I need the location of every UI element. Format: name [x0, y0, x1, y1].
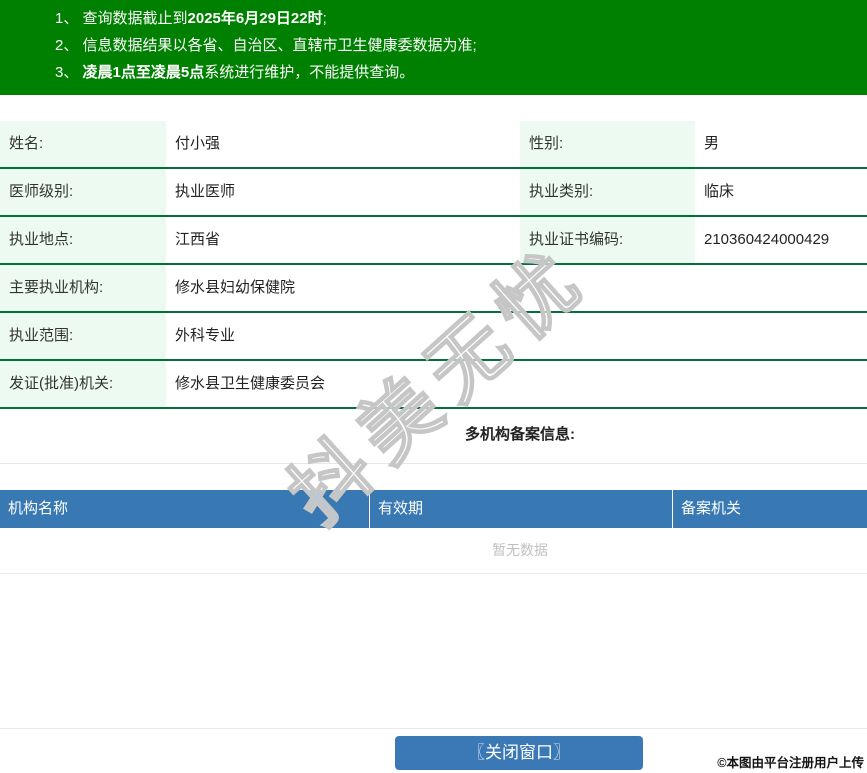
notice-1-text: 1、 查询数据截止到 [55, 10, 188, 27]
table-header-row: 机构名称 有效期 备案机关 [0, 490, 867, 528]
table-row: 执业地点: 江西省 执业证书编码: 210360424000429 [0, 217, 867, 265]
notice-1-bold: 2025年6月29日22时 [187, 10, 323, 27]
field-label-practice-type: 执业类别: [520, 169, 695, 215]
notice-1-tail: ; [322, 10, 327, 27]
field-value-practice-type: 临床 [704, 183, 735, 200]
notice-3-bold: 凌晨1点至凌晨5点 [82, 64, 205, 81]
field-value-doctor-level: 执业医师 [175, 183, 236, 200]
notice-3-tail: 系统进行维护，不能提供查询。 [204, 64, 415, 81]
field-value-practice-location: 江西省 [175, 231, 221, 248]
notice-banner: 1、 查询数据截止到2025年6月29日22时; 2、 信息数据结果以各省、自治… [0, 0, 867, 95]
doctor-info-panel: 姓名: 付小强 性别: 男 医师级别: 执业医师 执业类别: 临床 执业地点: … [0, 121, 867, 574]
column-header-institution-name: 机构名称 [8, 500, 69, 517]
field-value-practice-scope: 外科专业 [175, 327, 236, 344]
notice-line-3: 3、 凌晨1点至凌晨5点系统进行维护，不能提供查询。 [55, 59, 857, 86]
upload-attribution-text: ©本图由平台注册用户上传 [717, 756, 864, 770]
field-label-doctor-level: 医师级别: [0, 169, 166, 215]
field-value-name: 付小强 [175, 135, 221, 152]
field-value-certificate-number: 210360424000429 [704, 231, 830, 248]
notice-3-text: 3、 [55, 64, 83, 81]
field-value-issuing-authority: 修水县卫生健康委员会 [175, 375, 326, 392]
close-window-button[interactable]: 〖关闭窗口〗 [395, 736, 643, 770]
field-value-main-institution: 修水县妇幼保健院 [175, 279, 296, 296]
notice-line-2: 2、 信息数据结果以各省、自治区、直辖市卫生健康委数据为准; [55, 32, 857, 59]
field-label-main-institution: 主要执业机构: [0, 265, 166, 311]
notice-2-text: 2、 信息数据结果以各省、自治区、直辖市卫生健康委数据为准; [55, 37, 477, 54]
field-label-certificate-number: 执业证书编码: [520, 217, 695, 263]
field-label-issuing-authority: 发证(批准)机关: [0, 361, 166, 407]
table-row: 主要执业机构: 修水县妇幼保健院 [0, 265, 867, 313]
table-row: 医师级别: 执业医师 执业类别: 临床 [0, 169, 867, 217]
notice-line-1: 1、 查询数据截止到2025年6月29日22时; [55, 5, 857, 32]
field-label-practice-location: 执业地点: [0, 217, 166, 263]
footer-divider [0, 728, 867, 729]
multi-institution-table: 机构名称 有效期 备案机关 暂无数据 [0, 490, 867, 574]
table-row: 执业范围: 外科专业 [0, 313, 867, 361]
column-header-record-authority: 备案机关 [672, 490, 867, 528]
empty-data-placeholder: 暂无数据 [0, 528, 867, 574]
column-header-validity-period: 有效期 [369, 490, 672, 528]
field-label-practice-scope: 执业范围: [0, 313, 166, 359]
table-row: 姓名: 付小强 性别: 男 [0, 121, 867, 169]
multi-institution-section-title: 多机构备案信息: [0, 409, 867, 464]
field-label-gender: 性别: [520, 121, 695, 167]
table-row: 发证(批准)机关: 修水县卫生健康委员会 [0, 361, 867, 409]
field-label-name: 姓名: [0, 121, 166, 167]
field-value-gender: 男 [704, 135, 720, 152]
